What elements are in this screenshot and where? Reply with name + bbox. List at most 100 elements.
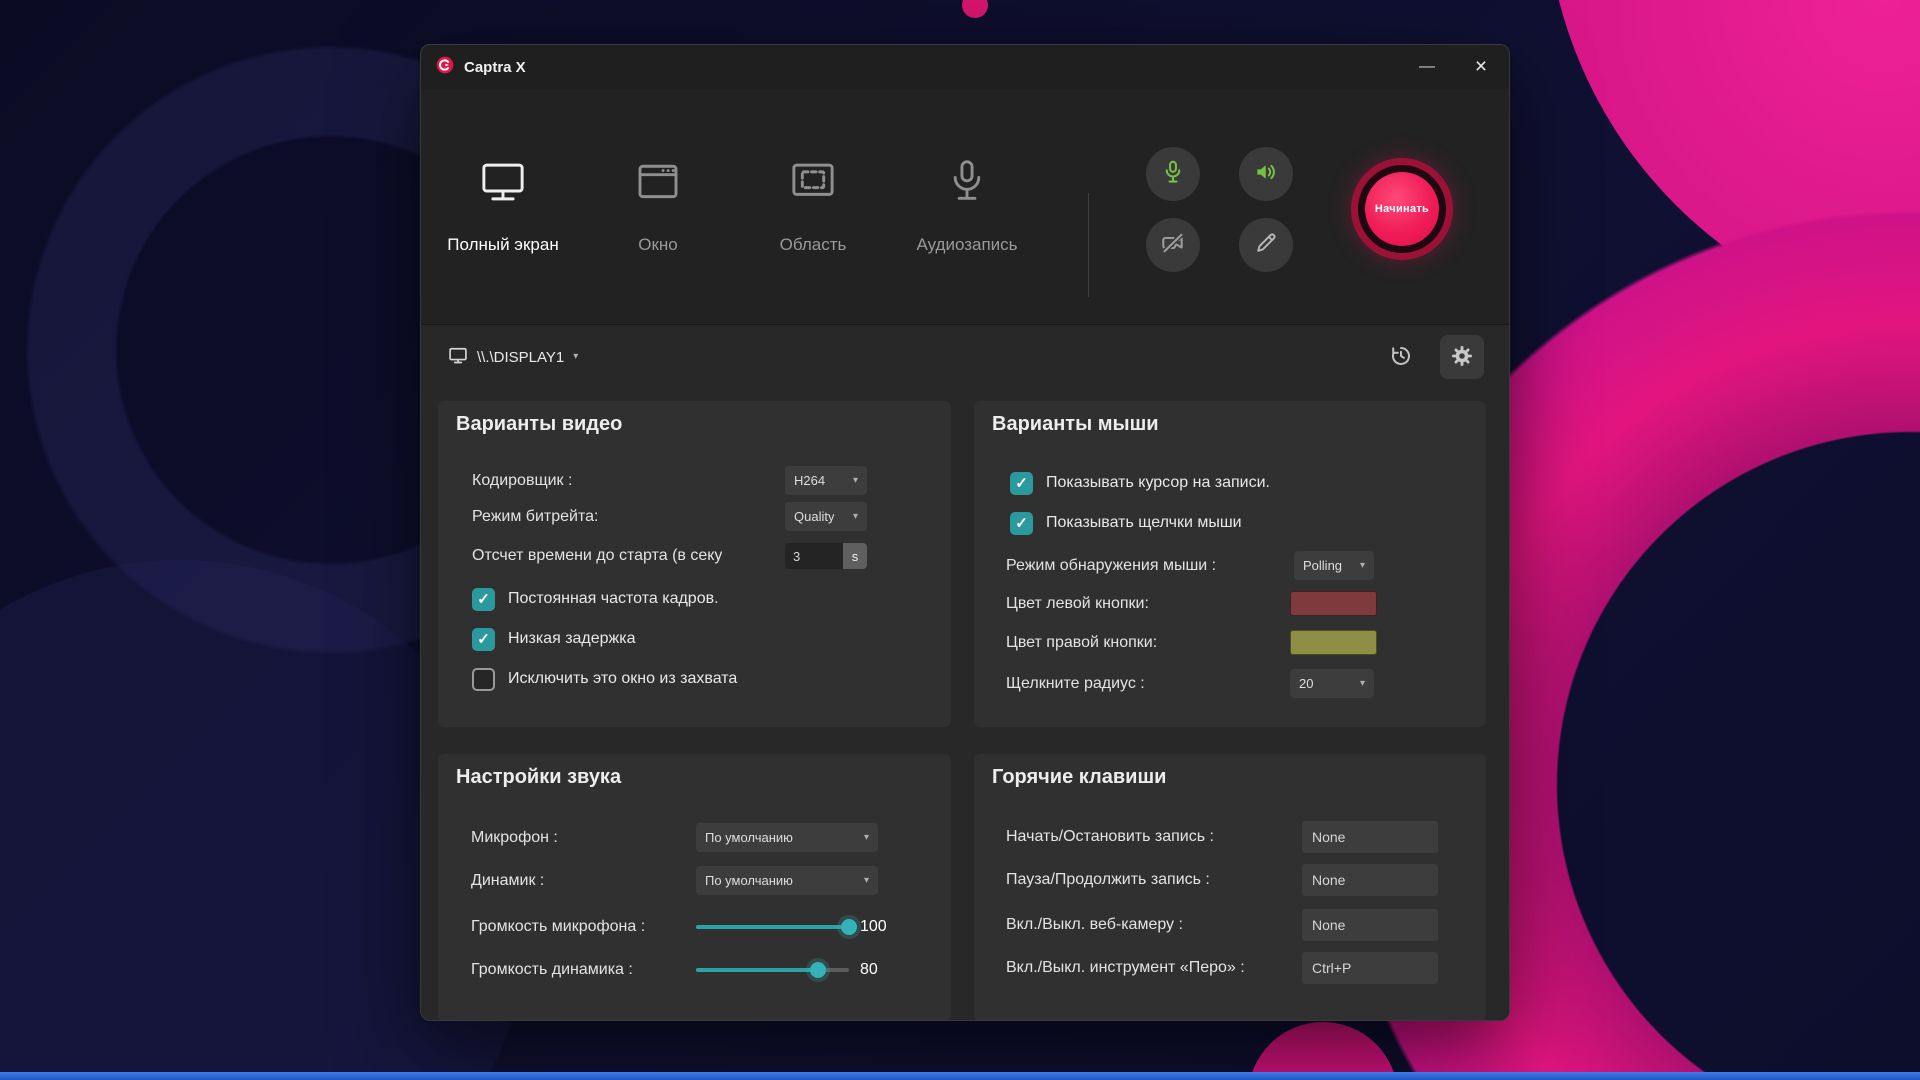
webcam-toggle-button[interactable] <box>1146 218 1200 272</box>
speaker-volume-slider[interactable] <box>696 962 849 978</box>
microphone-dropdown[interactable]: По умолчанию ▾ <box>696 823 878 852</box>
speaker-label: Динамик : <box>471 872 544 890</box>
mic-volume-row: Громкость микрофона : 100 <box>438 912 951 942</box>
display-selector[interactable]: \\.\DISPLAY1 ▾ <box>448 337 578 377</box>
check-icon: ✓ <box>477 632 490 647</box>
capture-mode-label: Полный экран <box>426 235 580 255</box>
capture-mode-audio[interactable]: Аудиозапись <box>890 155 1044 255</box>
checkbox[interactable]: ✓ <box>1010 472 1033 495</box>
check-icon: ✓ <box>1015 516 1028 531</box>
checkbox[interactable] <box>472 668 495 691</box>
countdown-input[interactable]: 3 s <box>785 543 867 569</box>
hotkey-input[interactable]: Ctrl+P <box>1302 952 1438 984</box>
settings-button[interactable] <box>1440 335 1484 379</box>
window-controls: — × <box>1407 45 1501 89</box>
speaker-volume-row: Громкость динамика : 80 <box>438 955 951 985</box>
checkbox[interactable]: ✓ <box>472 628 495 651</box>
history-button[interactable] <box>1379 335 1423 379</box>
encoder-row: Кодировщик : H264 ▾ <box>438 466 951 496</box>
gear-icon <box>1450 344 1474 371</box>
hotkey-label: Вкл./Выкл. веб-камеру : <box>1006 916 1183 934</box>
chevron-down-icon: ▾ <box>573 352 578 362</box>
mic-volume-label: Громкость микрофона : <box>471 918 645 936</box>
countdown-unit-button[interactable]: s <box>843 543 867 569</box>
chevron-down-icon: ▾ <box>864 876 869 886</box>
checkbox-label: Показывать курсор на записи. <box>1046 474 1270 492</box>
panel-title: Варианты мыши <box>992 413 1159 436</box>
hotkey-row-pen-tool: Вкл./Выкл. инструмент «Перо» : Ctrl+P <box>974 952 1486 984</box>
checkbox-show-clicks[interactable]: ✓ Показывать щелчки мыши <box>1010 511 1242 535</box>
capture-mode-window[interactable]: Окно <box>581 155 735 255</box>
pencil-icon <box>1253 230 1279 261</box>
countdown-row: Отсчет времени до старта (в секу 3 s <box>438 541 951 571</box>
click-radius-row: Щелкните радиус : 20 ▾ <box>974 669 1486 699</box>
checkbox-constant-fps[interactable]: ✓ Постоянная частота кадров. <box>472 587 719 611</box>
close-button[interactable]: × <box>1461 49 1501 85</box>
bitrate-row: Режим битрейта: Quality ▾ <box>438 502 951 532</box>
mouse-detection-dropdown[interactable]: Polling ▾ <box>1294 551 1374 580</box>
encoder-dropdown[interactable]: H264 ▾ <box>785 466 867 495</box>
right-button-color-row: Цвет правой кнопки: <box>974 630 1486 656</box>
region-icon <box>736 155 890 209</box>
capture-mode-label: Аудиозапись <box>890 235 1044 255</box>
chevron-down-icon: ▾ <box>853 512 858 522</box>
dropdown-value: Polling <box>1303 558 1342 573</box>
dropdown-value: По умолчанию <box>705 873 793 888</box>
right-button-color-swatch[interactable] <box>1290 630 1377 655</box>
pen-tool-button[interactable] <box>1239 218 1293 272</box>
left-button-color-label: Цвет левой кнопки: <box>1006 595 1149 613</box>
checkbox-low-latency[interactable]: ✓ Низкая задержка <box>472 627 636 651</box>
hotkey-label: Вкл./Выкл. инструмент «Перо» : <box>1006 959 1245 977</box>
capture-mode-fullscreen[interactable]: Полный экран <box>426 155 580 255</box>
checkbox-show-cursor[interactable]: ✓ Показывать курсор на записи. <box>1010 471 1270 495</box>
taskbar-strip[interactable] <box>0 1072 1920 1080</box>
record-button-inner: Начинать <box>1365 172 1439 246</box>
capture-toolbar: Полный экран Окно Область <box>421 89 1509 325</box>
mic-volume-slider[interactable] <box>696 919 849 935</box>
checkbox-label: Низкая задержка <box>508 630 636 648</box>
checkbox[interactable]: ✓ <box>1010 512 1033 535</box>
checkbox[interactable]: ✓ <box>472 588 495 611</box>
hotkey-input[interactable]: None <box>1302 909 1438 941</box>
panel-title: Настройки звука <box>456 766 621 789</box>
hotkey-value: None <box>1312 872 1345 888</box>
speaker-toggle-button[interactable] <box>1239 147 1293 201</box>
display-selector-value: \\.\DISPLAY1 <box>477 349 564 366</box>
checkbox-label: Показывать щелчки мыши <box>1046 514 1242 532</box>
dropdown-value: H264 <box>794 473 825 488</box>
record-button[interactable]: Начинать <box>1351 158 1453 260</box>
slider-thumb[interactable] <box>841 919 857 935</box>
hotkey-input[interactable]: None <box>1302 821 1438 853</box>
microphone-icon <box>890 155 1044 209</box>
capture-mode-region[interactable]: Область <box>736 155 890 255</box>
checkbox-label: Исключить это окно из захвата <box>508 670 737 688</box>
bitrate-dropdown[interactable]: Quality ▾ <box>785 502 867 531</box>
monitor-icon <box>426 155 580 209</box>
speaker-on-icon <box>1253 159 1279 190</box>
left-button-color-row: Цвет левой кнопки: <box>974 591 1486 617</box>
slider-thumb[interactable] <box>810 962 826 978</box>
checkbox-exclude-window[interactable]: Исключить это окно из захвата <box>472 667 737 691</box>
chevron-down-icon: ▾ <box>864 833 869 843</box>
hotkey-input[interactable]: None <box>1302 864 1438 896</box>
minimize-button[interactable]: — <box>1407 49 1447 85</box>
hotkey-label: Начать/Остановить запись : <box>1006 828 1214 846</box>
panel-hotkeys: Горячие клавиши Начать/Остановить запись… <box>974 754 1486 1021</box>
left-button-color-swatch[interactable] <box>1290 591 1377 616</box>
dropdown-value: Quality <box>794 509 834 524</box>
settings-area: \\.\DISPLAY1 ▾ <box>421 325 1509 1021</box>
speaker-dropdown[interactable]: По умолчанию ▾ <box>696 866 878 895</box>
microphone-label: Микрофон : <box>471 829 558 847</box>
capture-mode-label: Окно <box>581 235 735 255</box>
checkbox-label: Постоянная частота кадров. <box>508 590 719 608</box>
dropdown-value: По умолчанию <box>705 830 793 845</box>
click-radius-dropdown[interactable]: 20 ▾ <box>1290 669 1374 698</box>
titlebar[interactable]: Captra X — × <box>421 45 1509 89</box>
microphone-toggle-button[interactable] <box>1146 147 1200 201</box>
history-icon <box>1389 344 1413 371</box>
app-logo-icon <box>435 55 455 80</box>
countdown-label: Отсчет времени до старта (в секу <box>472 547 722 565</box>
countdown-value[interactable]: 3 <box>785 543 843 569</box>
speaker-row: Динамик : По умолчанию ▾ <box>438 866 951 896</box>
microphone-on-icon <box>1160 159 1186 190</box>
